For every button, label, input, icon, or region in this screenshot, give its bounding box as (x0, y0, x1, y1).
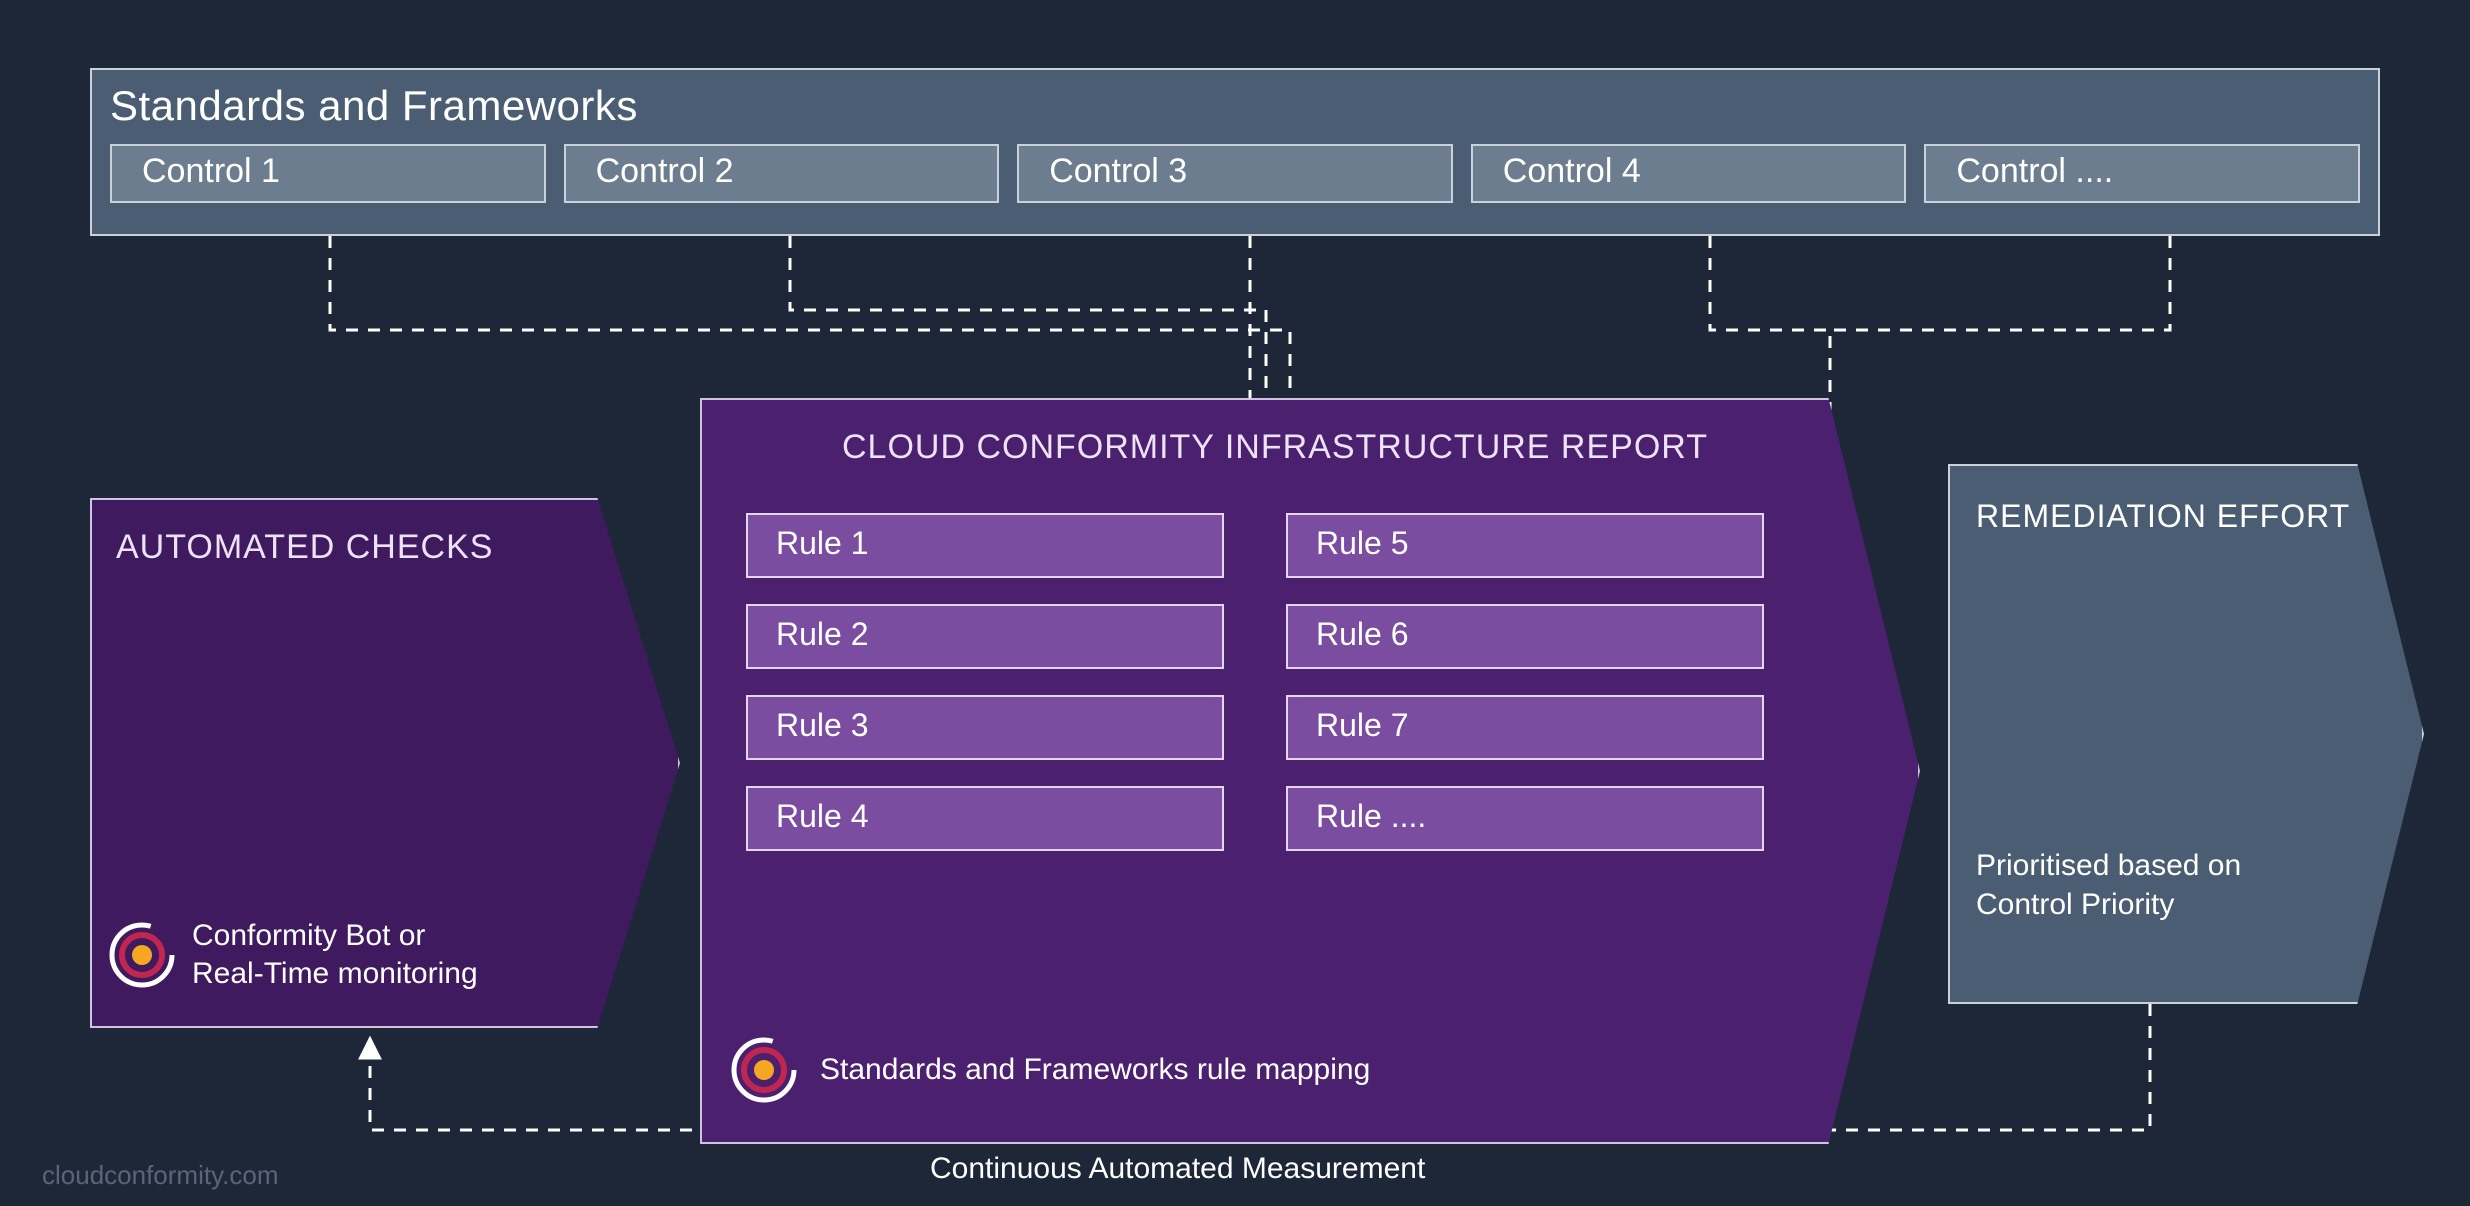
rule-5: Rule 5 (1286, 513, 1764, 578)
rule-2: Rule 2 (746, 604, 1224, 669)
rules-column-right: Rule 5 Rule 6 Rule 7 Rule .... (1286, 513, 1764, 851)
control-2: Control 2 (564, 144, 1000, 203)
rule-6: Rule 6 (1286, 604, 1764, 669)
bot-line2: Real-Time monitoring (192, 957, 478, 990)
remediation-title: REMEDIATION EFFORT (1976, 498, 2396, 535)
bullseye-icon (728, 1034, 800, 1106)
remediation-panel: REMEDIATION EFFORT Prioritised based on … (1948, 464, 2424, 1004)
watermark: cloudconformity.com (42, 1160, 279, 1191)
automated-checks-title: AUTOMATED CHECKS (116, 528, 654, 567)
infrastructure-report-panel: CLOUD CONFORMITY INFRASTRUCTURE REPORT R… (700, 398, 1920, 1144)
controls-row: Control 1 Control 2 Control 3 Control 4 … (110, 144, 2360, 203)
rule-more: Rule .... (1286, 786, 1764, 851)
control-4: Control 4 (1471, 144, 1907, 203)
rules-column-left: Rule 1 Rule 2 Rule 3 Rule 4 (746, 513, 1224, 851)
bullseye-icon (106, 919, 178, 991)
control-more: Control .... (1924, 144, 2360, 203)
rule-1: Rule 1 (746, 513, 1224, 578)
standards-panel: Standards and Frameworks Control 1 Contr… (90, 68, 2380, 236)
rule-7: Rule 7 (1286, 695, 1764, 760)
bot-line1: Conformity Bot or (192, 919, 425, 952)
standards-title: Standards and Frameworks (110, 82, 2360, 130)
control-3: Control 3 (1017, 144, 1453, 203)
automated-checks-panel: AUTOMATED CHECKS Conformity Bot or Real-… (90, 498, 680, 1028)
rule-4: Rule 4 (746, 786, 1224, 851)
remediation-description: Prioritised based on Control Priority (1976, 846, 2306, 924)
infrastructure-report-title: CLOUD CONFORMITY INFRASTRUCTURE REPORT (668, 428, 1882, 467)
mapping-caption: Standards and Frameworks rule mapping (820, 1053, 1370, 1087)
rule-3: Rule 3 (746, 695, 1224, 760)
control-1: Control 1 (110, 144, 546, 203)
feedback-loop-label: Continuous Automated Measurement (930, 1152, 1425, 1186)
automated-checks-subtitle: Conformity Bot or Real-Time monitoring (192, 917, 478, 992)
